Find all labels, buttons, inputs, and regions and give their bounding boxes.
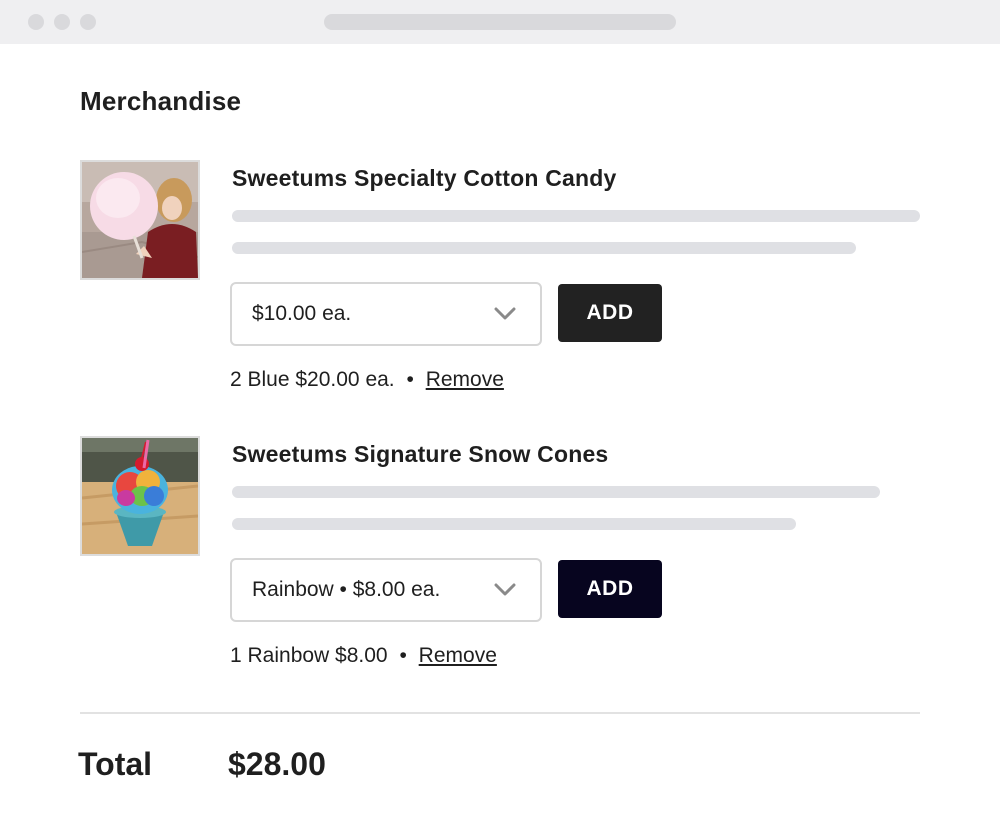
cotton-candy-photo xyxy=(80,160,200,280)
cart-line-text: 2 Blue $20.00 ea. xyxy=(230,368,395,391)
address-bar[interactable] xyxy=(324,14,676,30)
section-title: Merchandise xyxy=(80,86,242,116)
flavor-option-select[interactable]: Rainbow • $8.00 ea. xyxy=(230,558,542,622)
chevron-down-icon xyxy=(494,307,516,320)
price-option-select[interactable]: $10.00 ea. xyxy=(230,282,542,346)
separator-dot: • xyxy=(406,368,414,391)
add-button[interactable]: ADD xyxy=(558,560,662,618)
cart-line-summary: 1 Rainbow $8.00 • Remove xyxy=(230,644,497,668)
window-maximize-dot[interactable] xyxy=(80,14,96,30)
description-placeholder-line xyxy=(232,210,920,222)
remove-link[interactable]: Remove xyxy=(419,644,497,667)
window-minimize-dot[interactable] xyxy=(54,14,70,30)
snow-cone-photo xyxy=(80,436,200,556)
item-title: Sweetums Specialty Cotton Candy xyxy=(232,165,617,191)
item-title: Sweetums Signature Snow Cones xyxy=(232,441,609,467)
total-label: Total xyxy=(78,746,153,782)
divider xyxy=(80,712,920,714)
browser-window: Merchandise Sweetums Specialty Cotton Ca… xyxy=(0,0,1000,840)
separator-dot: • xyxy=(399,644,407,667)
description-placeholder-line xyxy=(232,486,880,498)
select-value: Rainbow • $8.00 ea. xyxy=(252,578,441,601)
description-placeholder-line xyxy=(232,242,856,254)
add-button[interactable]: ADD xyxy=(558,284,662,342)
cart-line-summary: 2 Blue $20.00 ea. • Remove xyxy=(230,368,504,392)
chevron-down-icon xyxy=(494,583,516,596)
description-placeholder-line xyxy=(232,518,796,530)
browser-chrome xyxy=(0,0,1000,44)
select-value: $10.00 ea. xyxy=(252,302,352,325)
remove-link[interactable]: Remove xyxy=(426,368,504,391)
total-value: $28.00 xyxy=(228,746,326,782)
window-close-dot[interactable] xyxy=(28,14,44,30)
cart-line-text: 1 Rainbow $8.00 xyxy=(230,644,388,667)
